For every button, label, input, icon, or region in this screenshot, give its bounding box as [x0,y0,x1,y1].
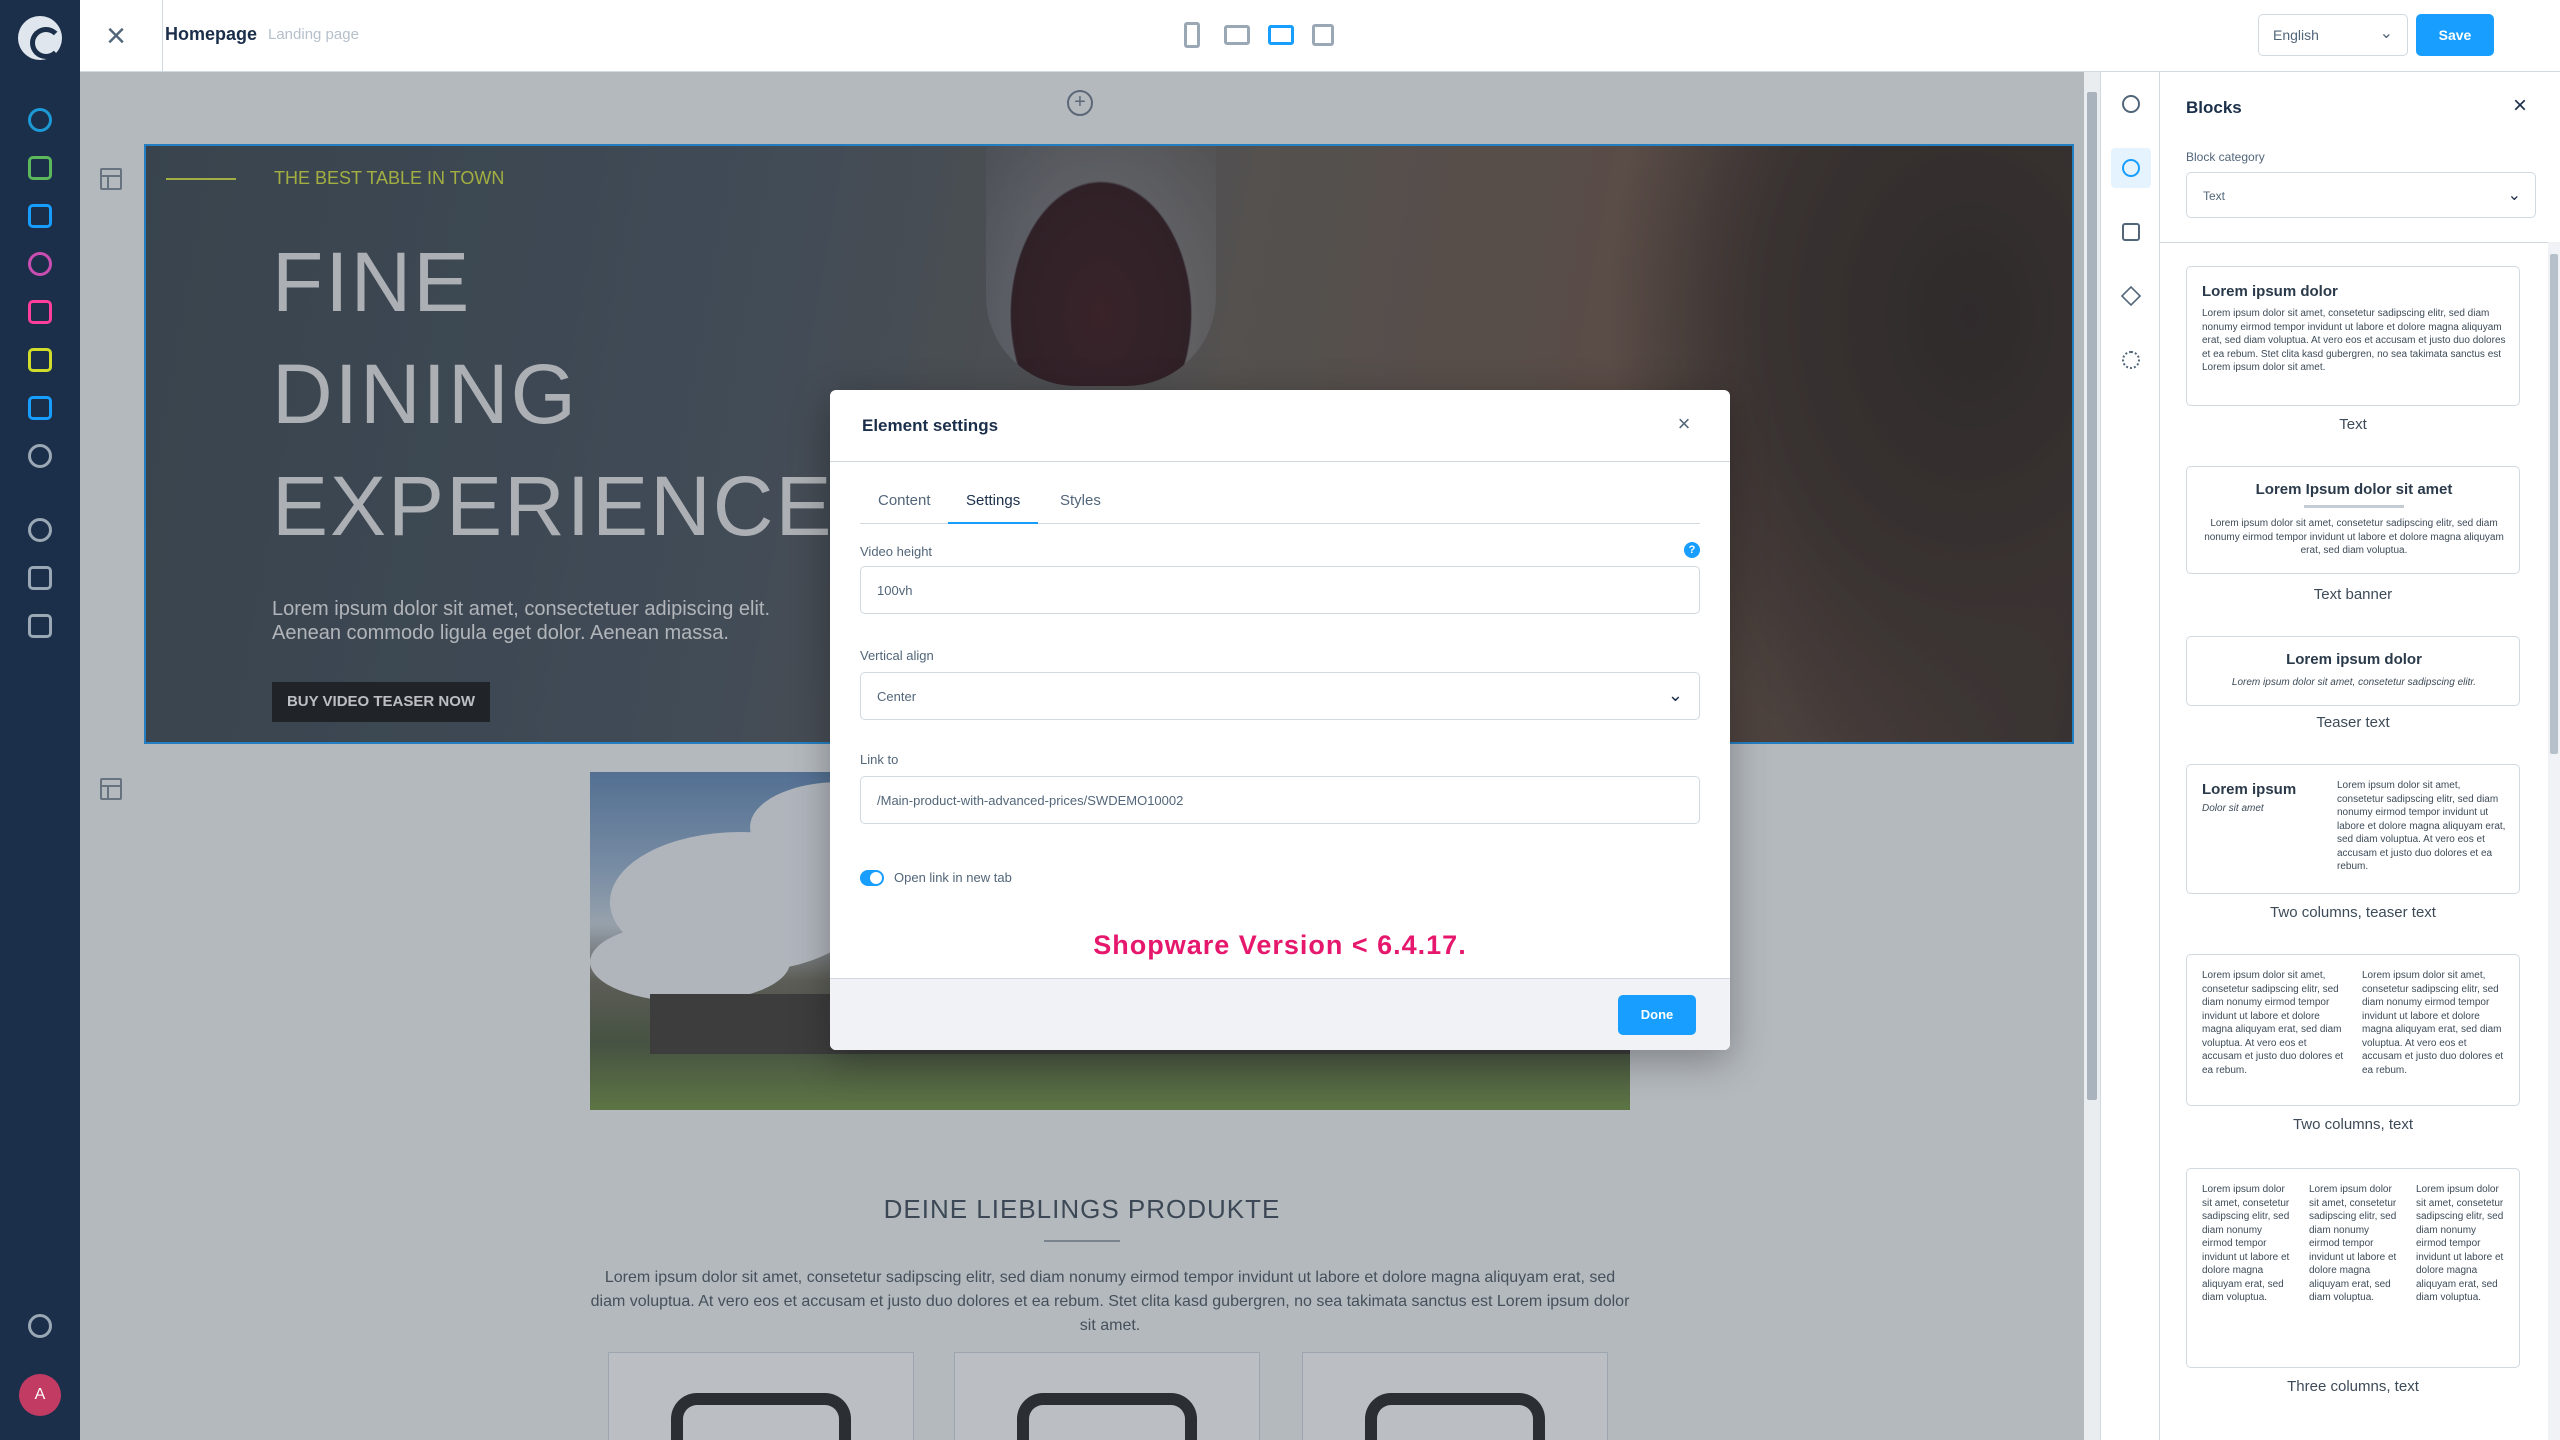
mobile-view-icon[interactable] [1184,22,1200,48]
close-icon[interactable]: × [2508,94,2532,118]
page-title: Homepage [165,24,258,44]
element-settings-modal: Element settings × Content Settings Styl… [830,390,1730,1050]
modal-footer: Done [830,978,1730,1050]
block-preview-column: Lorem ipsum dolor sit amet, consetetur s… [2309,1184,2397,1303]
close-icon[interactable]: × [1672,412,1696,436]
modal-header: Element settings × [830,390,1730,462]
block-caption: Three columns, text [2287,1378,2419,1395]
block-preview-title: Lorem ipsum [2202,781,2297,798]
blocks-panel: Blocks × Block category Text ⌄ Lorem ips… [2160,72,2560,1440]
blocks-scrollbar[interactable] [2548,242,2560,1440]
video-height-value: 100vh [877,583,913,598]
vertical-align-label: Vertical align [860,648,934,663]
chevron-down-icon: ⌄ [1667,685,1683,705]
block-preview-title: Lorem ipsum dolor [2286,651,2422,668]
dashboard-icon[interactable] [28,108,52,132]
orders-icon[interactable] [28,204,52,228]
block-preview-body: Lorem ipsum dolor sit amet, consetetur s… [2202,308,2506,373]
block-preview-rule [2304,505,2404,508]
shopware-logo-icon[interactable] [18,16,62,60]
language-select[interactable]: English ⌄ [2258,14,2408,56]
canvas-scrollbar[interactable] [2084,72,2100,1440]
scrollbar-thumb[interactable] [2550,254,2558,754]
tab-content[interactable]: Content [860,490,949,524]
block-preview-column: Lorem ipsum dolor sit amet, consetetur s… [2202,970,2344,1076]
tab-styles[interactable]: Styles [1042,490,1119,524]
done-button[interactable]: Done [1618,995,1696,1035]
open-new-tab-toggle[interactable] [860,870,884,886]
block-preview-two-columns-teaser[interactable]: Lorem ipsum Dolor sit amet Lorem ipsum d… [2186,764,2520,894]
block-caption: Teaser text [2316,714,2390,731]
divider [2160,242,2560,243]
edit-icon[interactable] [2111,212,2151,252]
chevron-down-icon: ⌄ [2507,187,2521,204]
block-preview-text-banner[interactable]: Lorem Ipsum dolor sit amet Lorem ipsum d… [2186,466,2520,574]
close-icon[interactable]: × [98,18,134,54]
modal-tabs: Content Settings Styles [860,490,1700,524]
vertical-align-value: Center [877,689,917,704]
extensions-icon[interactable] [28,396,52,420]
sales-channel-pos-icon[interactable] [28,614,52,638]
block-preview-column: Lorem ipsum dolor sit amet, consetetur s… [2362,970,2504,1076]
marketing-icon[interactable] [28,348,52,372]
link-to-input[interactable]: /Main-product-with-advanced-prices/SWDEM… [860,776,1700,824]
open-new-tab-label: Open link in new tab [894,870,1012,885]
add-blocks-icon[interactable] [2111,148,2151,188]
block-preview-body: Lorem ipsum dolor sit amet, consetetur s… [2337,780,2506,872]
chevron-down-icon: ⌄ [2379,25,2393,42]
block-preview-column: Lorem ipsum dolor sit amet, consetetur s… [2202,1184,2290,1303]
block-preview-two-columns-text[interactable]: Lorem ipsum dolor sit amet, consetetur s… [2186,954,2520,1106]
blocks-title: Blocks [2186,98,2242,117]
help-icon[interactable]: ? [1684,542,1700,558]
form-view-icon[interactable] [1312,24,1334,46]
avatar[interactable]: A [19,1374,61,1416]
block-category-value: Text [2203,189,2226,203]
block-preview-three-columns-text[interactable]: Lorem ipsum dolor sit amet, consetetur s… [2186,1168,2520,1368]
video-height-input[interactable]: 100vh [860,566,1700,614]
divider [162,0,163,72]
block-caption: Two columns, text [2292,1116,2414,1133]
language-select-value: English [2273,27,2319,43]
collapse-nav-icon[interactable] [28,1314,52,1338]
desktop-view-icon[interactable] [1268,25,1294,45]
cms-topbar: × Homepage Landing page English ⌄ Save [80,0,2560,72]
tab-settings[interactable]: Settings [948,490,1039,524]
block-preview-body: Lorem ipsum dolor sit amet, consetetur s… [2204,518,2504,556]
scrollbar-thumb[interactable] [2087,92,2097,1100]
version-note: Shopware Version < 6.4.17. [1093,930,1467,960]
customers-icon[interactable] [28,252,52,276]
block-preview-title: Lorem Ipsum dolor sit amet [2255,481,2453,498]
page-type-label: Landing page [268,26,359,43]
block-caption: Text banner [2313,586,2393,603]
share-icon[interactable] [2111,340,2151,380]
block-caption: Two columns, teaser text [2270,904,2436,921]
sidebar-tool-column [2100,72,2160,1440]
block-caption: Text [2339,416,2367,433]
admin-main-nav: A [0,0,80,1440]
block-preview-title: Lorem ipsum dolor [2202,283,2338,300]
link-to-value: /Main-product-with-advanced-prices/SWDEM… [877,793,1184,808]
block-category-label: Block category [2186,150,2265,164]
settings-gear-icon[interactable] [2111,84,2151,124]
tablet-view-icon[interactable] [1224,25,1250,45]
settings-icon[interactable] [28,444,52,468]
vertical-align-select[interactable]: Center ⌄ [860,672,1700,720]
video-height-label: Video height [860,544,933,559]
block-category-select[interactable]: Text ⌄ [2186,172,2536,218]
block-preview-subtitle: Dolor sit amet [2202,803,2264,814]
add-sales-channel-icon[interactable] [28,518,52,542]
block-preview-subtitle: Lorem ipsum dolor sit amet, consetetur s… [2231,677,2477,688]
block-preview-text[interactable]: Lorem ipsum dolor Lorem ipsum dolor sit … [2186,266,2520,406]
content-icon[interactable] [28,300,52,324]
sales-channel-storefront-icon[interactable] [28,566,52,590]
block-preview-column: Lorem ipsum dolor sit amet, consetetur s… [2416,1184,2504,1303]
layers-icon[interactable] [2111,276,2151,316]
link-to-label: Link to [860,752,899,767]
modal-title: Element settings [862,416,999,435]
block-preview-teaser-text[interactable]: Lorem ipsum dolor Lorem ipsum dolor sit … [2186,636,2520,706]
save-button[interactable]: Save [2416,14,2494,56]
catalogue-icon[interactable] [28,156,52,180]
